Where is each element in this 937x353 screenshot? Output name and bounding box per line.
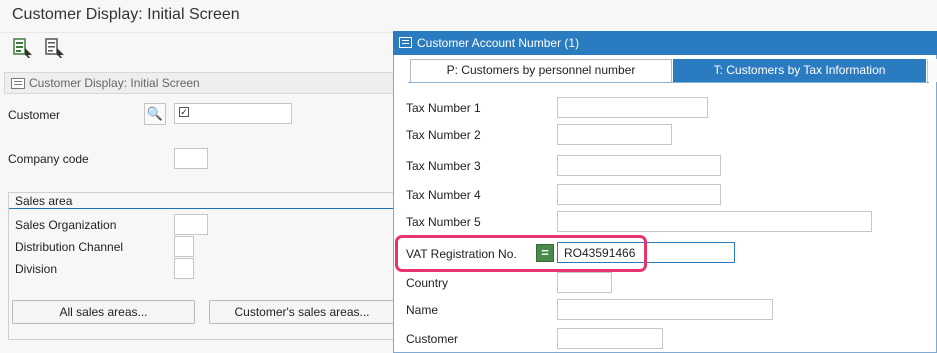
tab-personnel-number[interactable]: P: Customers by personnel number [410, 59, 672, 82]
company-code-label: Company code [8, 152, 89, 166]
name-label: Name [406, 303, 439, 317]
division-input[interactable] [174, 258, 194, 279]
division-label: Division [15, 262, 58, 276]
tab-divider [408, 82, 929, 83]
window-title: Customer Display: Initial Screen [12, 6, 240, 23]
customers-sales-areas-button[interactable]: Customer's sales areas... [209, 300, 395, 324]
window-title-bar: Customer Display: Initial Screen [0, 0, 937, 33]
tab-scroll-control[interactable] [927, 59, 937, 82]
binoculars-search-icon[interactable]: 🔍 [144, 103, 166, 125]
customer-search-input[interactable] [557, 328, 663, 349]
customer-label: Customer [8, 108, 61, 122]
tax-number-3-label: Tax Number 3 [406, 159, 481, 173]
distribution-channel-label: Distribution Channel [15, 240, 124, 254]
dialog-title: Customer Account Number (1) [417, 36, 580, 50]
tax-number-5-input[interactable] [557, 211, 872, 232]
main-section-title: Customer Display: Initial Screen [29, 76, 200, 90]
name-input[interactable] [557, 299, 773, 320]
tax-number-2-input[interactable] [557, 124, 672, 145]
main-section-header: Customer Display: Initial Screen [4, 72, 396, 94]
tab-tax-information[interactable]: T: Customers by Tax Information [673, 59, 926, 82]
required-check-icon: ✓ [179, 107, 189, 117]
tax-number-1-label: Tax Number 1 [406, 101, 481, 115]
vat-highlight-frame [395, 235, 647, 272]
distribution-channel-input[interactable] [174, 236, 194, 257]
tax-number-4-input[interactable] [557, 184, 721, 205]
sales-org-input[interactable] [174, 214, 208, 235]
display-object-icon[interactable] [44, 37, 66, 59]
section-collapse-icon[interactable] [11, 78, 25, 89]
customer-input[interactable]: ✓ [174, 103, 292, 124]
customer-search-label: Customer [406, 332, 459, 346]
other-object-icon[interactable] [12, 37, 34, 59]
tax-number-2-label: Tax Number 2 [406, 128, 481, 142]
country-label: Country [406, 276, 449, 290]
tax-number-1-input[interactable] [557, 97, 708, 118]
sales-area-divider [9, 208, 395, 209]
all-sales-areas-button[interactable]: All sales areas... [12, 300, 195, 324]
tax-number-5-label: Tax Number 5 [406, 215, 481, 229]
dialog-window-icon [399, 37, 412, 48]
country-input[interactable] [557, 272, 612, 293]
sales-area-title: Sales area [15, 194, 73, 208]
sales-org-label: Sales Organization [15, 218, 117, 232]
tax-number-3-input[interactable] [557, 155, 721, 176]
company-code-input[interactable] [174, 148, 208, 169]
tax-number-4-label: Tax Number 4 [406, 188, 481, 202]
dialog-title-bar: Customer Account Number (1) [393, 31, 937, 55]
